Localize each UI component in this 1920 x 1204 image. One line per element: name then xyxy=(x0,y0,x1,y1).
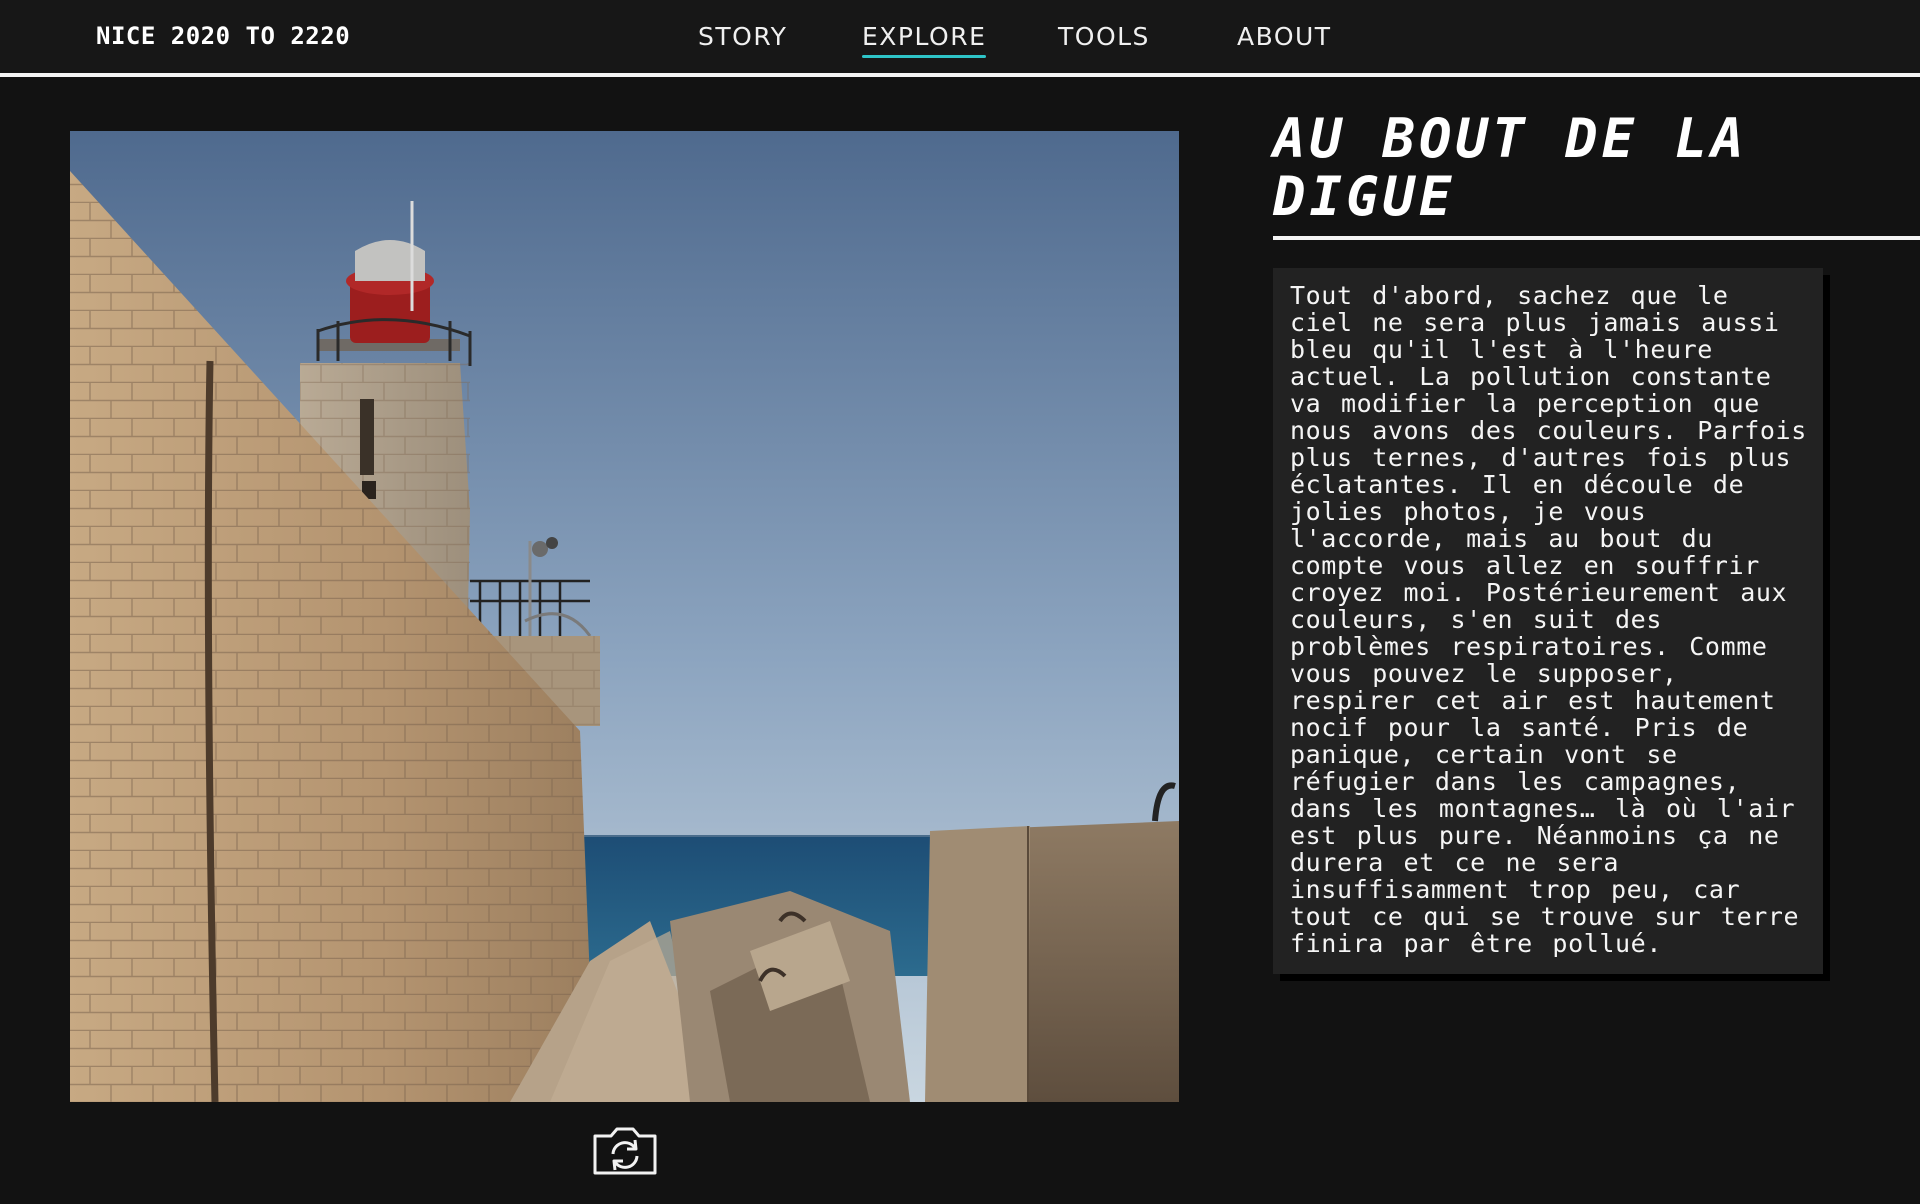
main-nav: STORY EXPLORE TOOLS ABOUT xyxy=(0,22,1920,62)
page-title: AU BOUT DE LA DIGUE xyxy=(1273,107,1748,228)
story-paragraph: Tout d'abord, sachez que le ciel ne sera… xyxy=(1290,281,1807,958)
nav-item-explore[interactable]: EXPLORE xyxy=(862,22,987,58)
title-divider xyxy=(1273,236,1920,240)
nav-item-tools[interactable]: TOOLS xyxy=(1058,22,1150,51)
nav-item-story[interactable]: STORY xyxy=(698,22,787,51)
camera-switch-icon xyxy=(593,1127,657,1175)
story-text-box: Tout d'abord, sachez que le ciel ne sera… xyxy=(1273,268,1823,974)
nav-item-about[interactable]: ABOUT xyxy=(1237,22,1332,51)
camera-switch-button[interactable] xyxy=(591,1126,659,1176)
lighthouse-photo xyxy=(70,131,1179,1102)
top-navbar: NICE 2020 TO 2220 STORY EXPLORE TOOLS AB… xyxy=(0,0,1920,77)
